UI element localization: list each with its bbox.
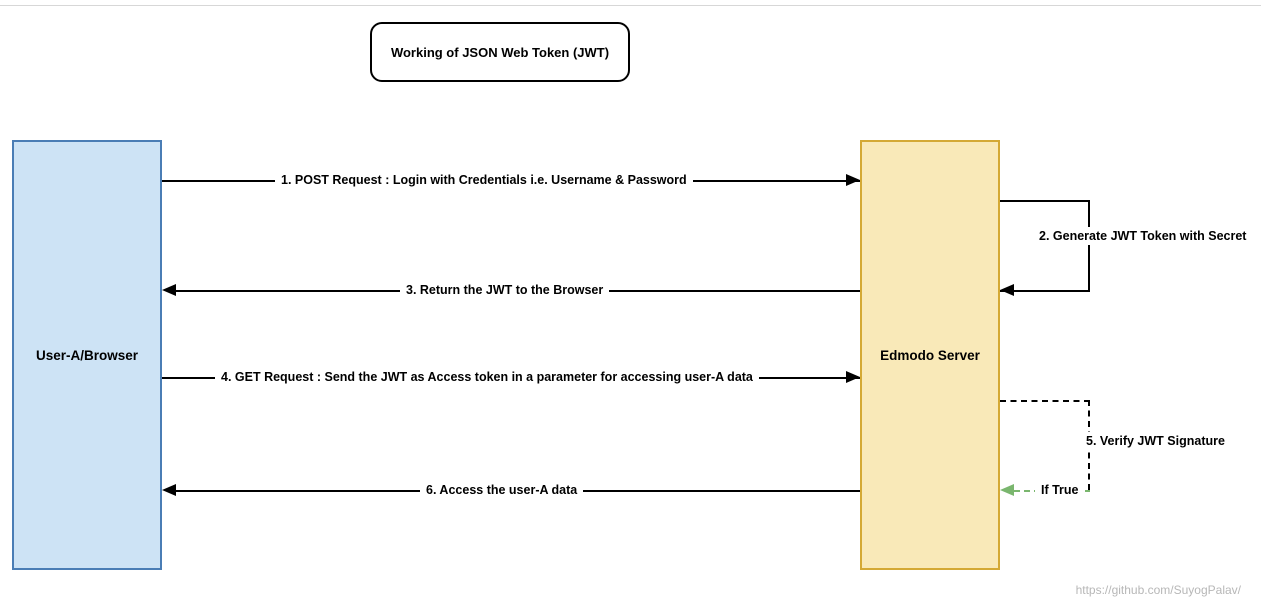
arrowhead-2 <box>1000 284 1014 296</box>
arrowhead-4 <box>846 371 860 383</box>
footer-credit: https://github.com/SuyogPalav/ <box>1076 583 1241 597</box>
arrowhead-1 <box>846 174 860 186</box>
msg-3-label: 3. Return the JWT to the Browser <box>400 281 609 299</box>
actor-user-browser: User-A/Browser <box>12 140 162 570</box>
msg-5-label: 5. Verify JWT Signature <box>1080 432 1231 450</box>
loop2-right <box>1088 200 1090 290</box>
diagram-title: Working of JSON Web Token (JWT) <box>391 45 609 60</box>
actor-edmodo-server-label: Edmodo Server <box>880 348 980 363</box>
actor-edmodo-server: Edmodo Server <box>860 140 1000 570</box>
arrowhead-6 <box>162 484 176 496</box>
msg-6-label: 6. Access the user-A data <box>420 481 583 499</box>
msg-4-label: 4. GET Request : Send the JWT as Access … <box>215 368 759 386</box>
arrowhead-3 <box>162 284 176 296</box>
top-divider <box>0 5 1261 6</box>
if-true-label: If True <box>1035 481 1085 499</box>
msg-1-label: 1. POST Request : Login with Credentials… <box>275 171 693 189</box>
msg-2-label: 2. Generate JWT Token with Secret <box>1033 227 1252 245</box>
arrowhead-5-green <box>1000 484 1014 496</box>
actor-user-browser-label: User-A/Browser <box>36 348 138 363</box>
diagram-title-box: Working of JSON Web Token (JWT) <box>370 22 630 82</box>
loop5-top <box>1000 400 1090 402</box>
loop2-top <box>1000 200 1090 202</box>
